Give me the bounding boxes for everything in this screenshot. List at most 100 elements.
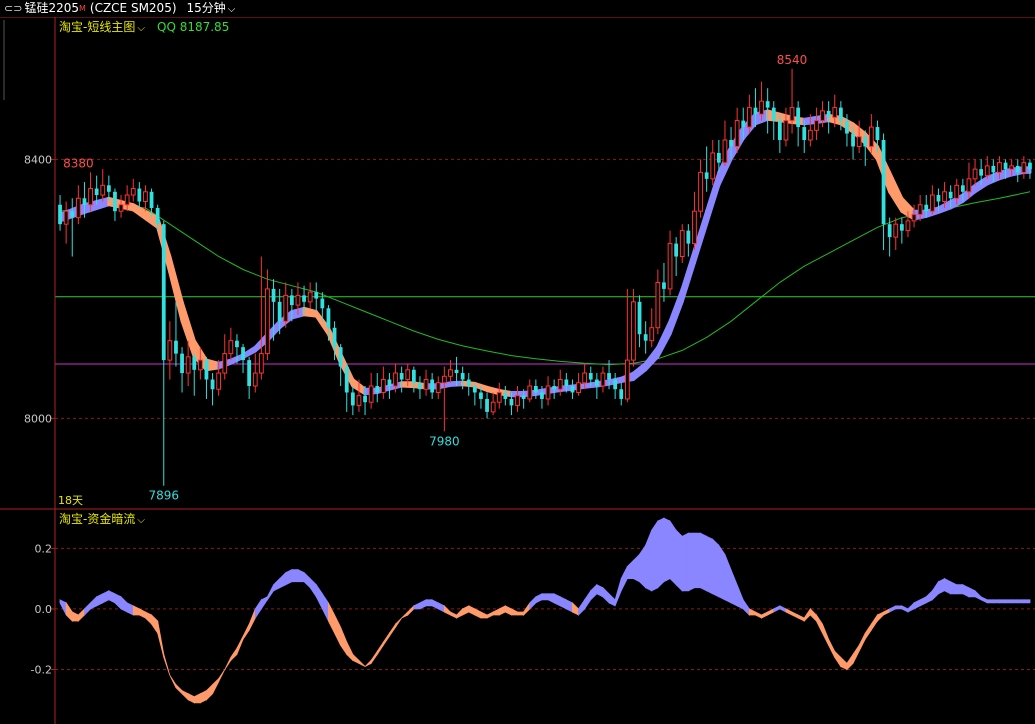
candle-body — [540, 392, 544, 399]
candle-body — [277, 301, 282, 322]
candle-body — [258, 353, 264, 374]
candle-body — [674, 243, 679, 257]
candle — [441, 366, 447, 432]
candle — [722, 120, 728, 166]
candle — [503, 386, 508, 406]
main-indicator-selector[interactable]: 淘宝-短线主图 ⌵ — [59, 20, 145, 36]
fund-flow-band — [535, 593, 543, 604]
fund-flow-band — [199, 690, 207, 704]
candle-body — [948, 191, 953, 199]
candle-body — [796, 107, 801, 128]
fund-flow-band — [510, 608, 518, 616]
candle — [783, 107, 789, 147]
candle-body — [765, 101, 770, 108]
candle — [856, 120, 862, 153]
candle-body — [130, 188, 136, 196]
candle-body — [387, 379, 392, 386]
candle-body — [899, 224, 904, 231]
period-selector[interactable]: 15分钟 — [187, 0, 226, 17]
candle-body — [411, 369, 416, 383]
sub-indicator-selector[interactable]: 淘宝-资金暗流 ⌵ — [59, 512, 145, 528]
candle-body — [686, 230, 691, 244]
fund-flow-band — [266, 584, 275, 602]
candle-body — [594, 379, 599, 386]
candle-body — [588, 373, 593, 380]
fund-flow-band — [132, 605, 140, 616]
candle-body — [314, 292, 319, 299]
candle-body — [1003, 162, 1008, 170]
candle — [185, 340, 191, 386]
candle-body — [643, 334, 648, 341]
fund-flow-band — [559, 596, 567, 610]
candle — [826, 101, 831, 134]
candle-body — [113, 191, 117, 212]
candle — [430, 373, 435, 399]
candle-body — [430, 379, 435, 393]
candle-body — [289, 295, 294, 306]
candle-body — [490, 401, 496, 413]
fund-flow-band — [151, 614, 159, 635]
candle-body — [851, 133, 855, 147]
candle — [307, 282, 313, 309]
fund-flow-band — [193, 693, 201, 704]
candle-body — [600, 372, 606, 387]
candle-body — [771, 107, 776, 121]
candle-body — [88, 188, 93, 206]
fund-flow-band — [1011, 599, 1019, 604]
chevron-down-icon[interactable]: ⌵ — [228, 1, 236, 18]
fund-flow-band — [517, 611, 524, 616]
candle — [655, 269, 661, 335]
main-indicator-label: 淘宝-短线主图 — [59, 20, 136, 34]
fund-flow-band — [956, 584, 964, 595]
candle-body — [942, 191, 947, 203]
link-icon[interactable]: ⊂⊃ — [4, 0, 22, 17]
candle — [771, 101, 776, 140]
fund-flow-band — [71, 611, 79, 622]
fund-flow-band — [651, 519, 659, 592]
fund-flow-band — [889, 605, 897, 613]
fund-flow-band — [773, 605, 781, 613]
symbol-name[interactable]: 锰硅2205 — [24, 0, 79, 17]
fund-flow-band — [919, 596, 927, 607]
candle-body — [192, 356, 197, 370]
fund-flow-band — [273, 577, 281, 592]
candle-body — [180, 353, 184, 374]
fund-flow-band — [443, 604, 451, 616]
fund-flow-band — [187, 693, 195, 704]
candle-body — [570, 386, 575, 393]
candle — [698, 159, 703, 218]
candle-body — [399, 373, 404, 380]
fund-flow-band — [968, 587, 976, 598]
candle-body — [807, 129, 813, 141]
fund-flow-band — [248, 608, 256, 631]
candle-body — [881, 140, 886, 225]
fund-flow-band — [742, 598, 750, 616]
candle-body — [515, 395, 520, 406]
fund-flow-band — [877, 611, 884, 622]
candle-body — [302, 295, 306, 302]
chart-canvas[interactable]: 8000 8400 -0.2 0.0 0.2 8540 8380 7980 7896 — [0, 0, 1035, 724]
candle-body — [161, 224, 166, 361]
candle-body — [204, 360, 209, 380]
candle — [204, 356, 209, 399]
chevron-down-icon[interactable]: ⌵ — [137, 23, 145, 34]
fund-flow-band — [169, 675, 177, 688]
fund-flow-band — [212, 677, 220, 694]
candle — [570, 379, 575, 399]
candle-body — [124, 194, 130, 206]
fund-flow-band — [254, 598, 262, 620]
fund-flow-band — [992, 599, 1000, 604]
candle — [594, 373, 599, 399]
candle-layer — [58, 68, 1032, 486]
chevron-down-icon[interactable]: ⌵ — [137, 515, 145, 526]
fund-flow-band — [175, 683, 183, 695]
fund-flow-band — [529, 595, 537, 610]
candle-body — [368, 385, 374, 403]
candle — [418, 376, 422, 399]
fund-flow-band — [334, 614, 342, 646]
contract-code: (CZCE SM205) — [89, 1, 177, 15]
fund-flow-band — [584, 589, 592, 611]
candle-body — [295, 294, 301, 306]
fund-flow-band — [663, 517, 671, 583]
fund-flow-band — [687, 532, 695, 592]
